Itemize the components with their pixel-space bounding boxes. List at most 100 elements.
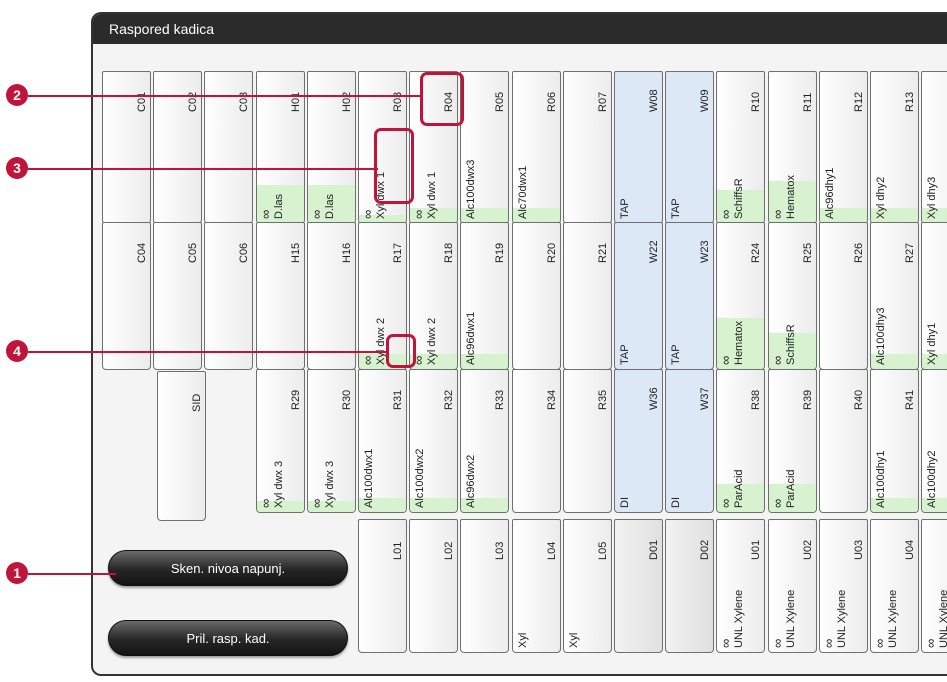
bath-id-label: R17 xyxy=(392,242,404,263)
reagent-name-label: UNL Xylene xyxy=(835,589,848,648)
reagent-name-label: Xyl dwx 2 xyxy=(426,317,439,365)
reagent-name-label: DI xyxy=(619,497,631,508)
bath-id-label: SID xyxy=(191,393,204,412)
infinity-icon: ∞ xyxy=(718,355,734,365)
bath-r13[interactable]: R13 Xyl dhy2 xyxy=(870,71,919,224)
bath-r39[interactable]: R39 ParAcid ∞ xyxy=(767,369,817,513)
bath-id-label: R39 xyxy=(801,389,814,410)
bath-r11[interactable]: R11 Hematox ∞ xyxy=(767,71,817,224)
bath-r10[interactable]: R10 SchiffsR ∞ xyxy=(716,71,766,224)
bath-h01[interactable]: H01 D.las ∞ xyxy=(255,71,305,224)
bath-r40[interactable]: R40 xyxy=(818,369,868,513)
bath-id-label: U02 xyxy=(801,539,814,560)
bath-r06[interactable]: R06 Alc70dwx1 xyxy=(511,71,561,224)
reagent-name-label: SchiffsR xyxy=(784,324,797,365)
bath-h15[interactable]: H15 xyxy=(255,222,305,370)
bath-id-label: R24 xyxy=(750,242,763,263)
bath-d02[interactable]: D02 xyxy=(665,519,715,653)
bath-c05[interactable]: C05 xyxy=(153,222,203,370)
scan-fill-level-button[interactable]: Sken. nivoa napunj. xyxy=(108,550,348,586)
reagent-name-label: Xyl dhy2 xyxy=(875,176,887,219)
bath-c02[interactable]: C02 xyxy=(153,71,203,224)
bath-r30[interactable]: R30 Xyl dwx 3 ∞ xyxy=(306,369,356,513)
callout-3-leader xyxy=(28,168,378,170)
bath-l03[interactable]: L03 xyxy=(460,519,510,653)
adjust-bath-layout-button[interactable]: Pril. rasp. kad. xyxy=(108,620,348,656)
reagent-name-label: Xyl dwx 1 xyxy=(426,171,439,219)
bath-r18[interactable]: R18 Xyl dwx 2 ∞ xyxy=(409,222,459,370)
bath-sid[interactable]: SID xyxy=(157,371,207,521)
reagent-name-label: D.las xyxy=(323,193,336,219)
bath-id-label: R32 xyxy=(443,389,456,410)
infinity-icon: ∞ xyxy=(257,498,273,508)
bath-w23[interactable]: W23 TAP xyxy=(665,222,715,370)
bath-id-label: R21 xyxy=(596,242,609,263)
bath-id-label: L04 xyxy=(545,541,558,560)
bath-r14[interactable]: R14Xyl dhy3 xyxy=(921,71,947,224)
bath-h02[interactable]: H02 D.las ∞ xyxy=(306,71,356,224)
bath-c04[interactable]: C04 xyxy=(102,222,151,370)
bath-r33[interactable]: R33 Alc96dwx2 xyxy=(460,369,510,513)
bath-r35[interactable]: R35 xyxy=(562,369,612,513)
callout-3: 3 xyxy=(6,157,28,179)
bath-w36[interactable]: W36 DI xyxy=(614,369,663,513)
bath-id-label: U01 xyxy=(750,539,763,560)
bath-id-label: C06 xyxy=(238,242,251,263)
bath-id-label: W22 xyxy=(648,240,660,263)
bath-r26[interactable]: R26 xyxy=(818,222,868,370)
bath-r42[interactable]: R42Alc100dhy2 xyxy=(921,369,947,513)
bath-l02[interactable]: L02 xyxy=(409,519,459,653)
bath-r38[interactable]: R38 ParAcid ∞ xyxy=(716,369,766,513)
reagent-name-label: Xyl xyxy=(567,632,580,648)
bath-r27[interactable]: R27 Alc100dhy3 xyxy=(870,222,919,370)
bath-r31[interactable]: R31 Alc100dwx1 xyxy=(358,369,407,513)
bath-id-label: R12 xyxy=(852,91,865,112)
bath-u02[interactable]: U02 UNL Xylene ∞ xyxy=(767,519,817,653)
bath-r21[interactable]: R21 xyxy=(562,222,612,370)
bath-w08[interactable]: W08 TAP xyxy=(614,71,663,224)
bath-h16[interactable]: H16 xyxy=(306,222,356,370)
bath-r34[interactable]: R34 xyxy=(511,369,561,513)
bath-r19[interactable]: R19 Alc96dwx1 xyxy=(460,222,510,370)
bath-u05[interactable]: U05UNL Xylene∞ xyxy=(921,519,947,653)
bath-id-label: R05 xyxy=(494,91,507,112)
infinity-icon: ∞ xyxy=(718,498,734,508)
bath-l01[interactable]: L01 xyxy=(358,519,407,653)
bath-r20[interactable]: R20 xyxy=(511,222,561,370)
bath-u01[interactable]: U01 UNL Xylene ∞ xyxy=(716,519,766,653)
bath-r28[interactable]: R28Xyl dhy1 xyxy=(921,222,947,370)
highlight-bath-id xyxy=(420,72,464,126)
bath-id-label: R31 xyxy=(392,389,404,410)
bath-r29[interactable]: R29 Xyl dwx 3 ∞ xyxy=(255,369,305,513)
bath-l05[interactable]: L05 Xyl xyxy=(562,519,612,653)
bath-layout-window: Raspored kadica C01 C02 C03 H01 D.las ∞ H02 D.l… xyxy=(91,12,947,676)
bath-r32[interactable]: R32 Alc100dwx2 xyxy=(409,369,459,513)
bath-r12[interactable]: R12 Alc96dhy1 xyxy=(818,71,868,224)
bath-r24[interactable]: R24 Hematox ∞ xyxy=(716,222,766,370)
reagent-name-label: TAP xyxy=(619,198,631,219)
bath-r05[interactable]: R05 Alc100dwx3 xyxy=(460,71,510,224)
bath-id-label: R11 xyxy=(801,92,814,112)
reagent-name-label: Alc100dhy3 xyxy=(875,307,887,366)
bath-id-label: R30 xyxy=(340,389,353,410)
reagent-name-label: Xyl dwx 3 xyxy=(272,460,285,508)
bath-w22[interactable]: W22 TAP xyxy=(614,222,663,370)
bath-u03[interactable]: U03 UNL Xylene ∞ xyxy=(818,519,868,653)
bath-id-label: U04 xyxy=(904,539,916,560)
bath-id-label: L02 xyxy=(443,541,456,560)
bath-u04[interactable]: U04 UNL Xylene ∞ xyxy=(870,519,919,653)
bath-c06[interactable]: C06 xyxy=(204,222,254,370)
bath-r25[interactable]: R25 SchiffsR ∞ xyxy=(767,222,817,370)
bath-c03[interactable]: C03 xyxy=(204,71,254,224)
bath-id-label: R18 xyxy=(443,242,456,263)
bath-c01[interactable]: C01 xyxy=(102,71,151,224)
infinity-icon: ∞ xyxy=(308,498,324,508)
bath-w37[interactable]: W37 DI xyxy=(665,369,715,513)
bath-l04[interactable]: L04 Xyl xyxy=(511,519,561,653)
bath-r41[interactable]: R41 Alc100dhy1 xyxy=(870,369,919,513)
bath-r07[interactable]: R07 xyxy=(562,71,612,224)
infinity-icon: ∞ xyxy=(769,209,785,219)
bath-w09[interactable]: W09 TAP xyxy=(665,71,715,224)
bath-d01[interactable]: D01 xyxy=(614,519,663,653)
bath-id-label: R10 xyxy=(750,91,763,112)
